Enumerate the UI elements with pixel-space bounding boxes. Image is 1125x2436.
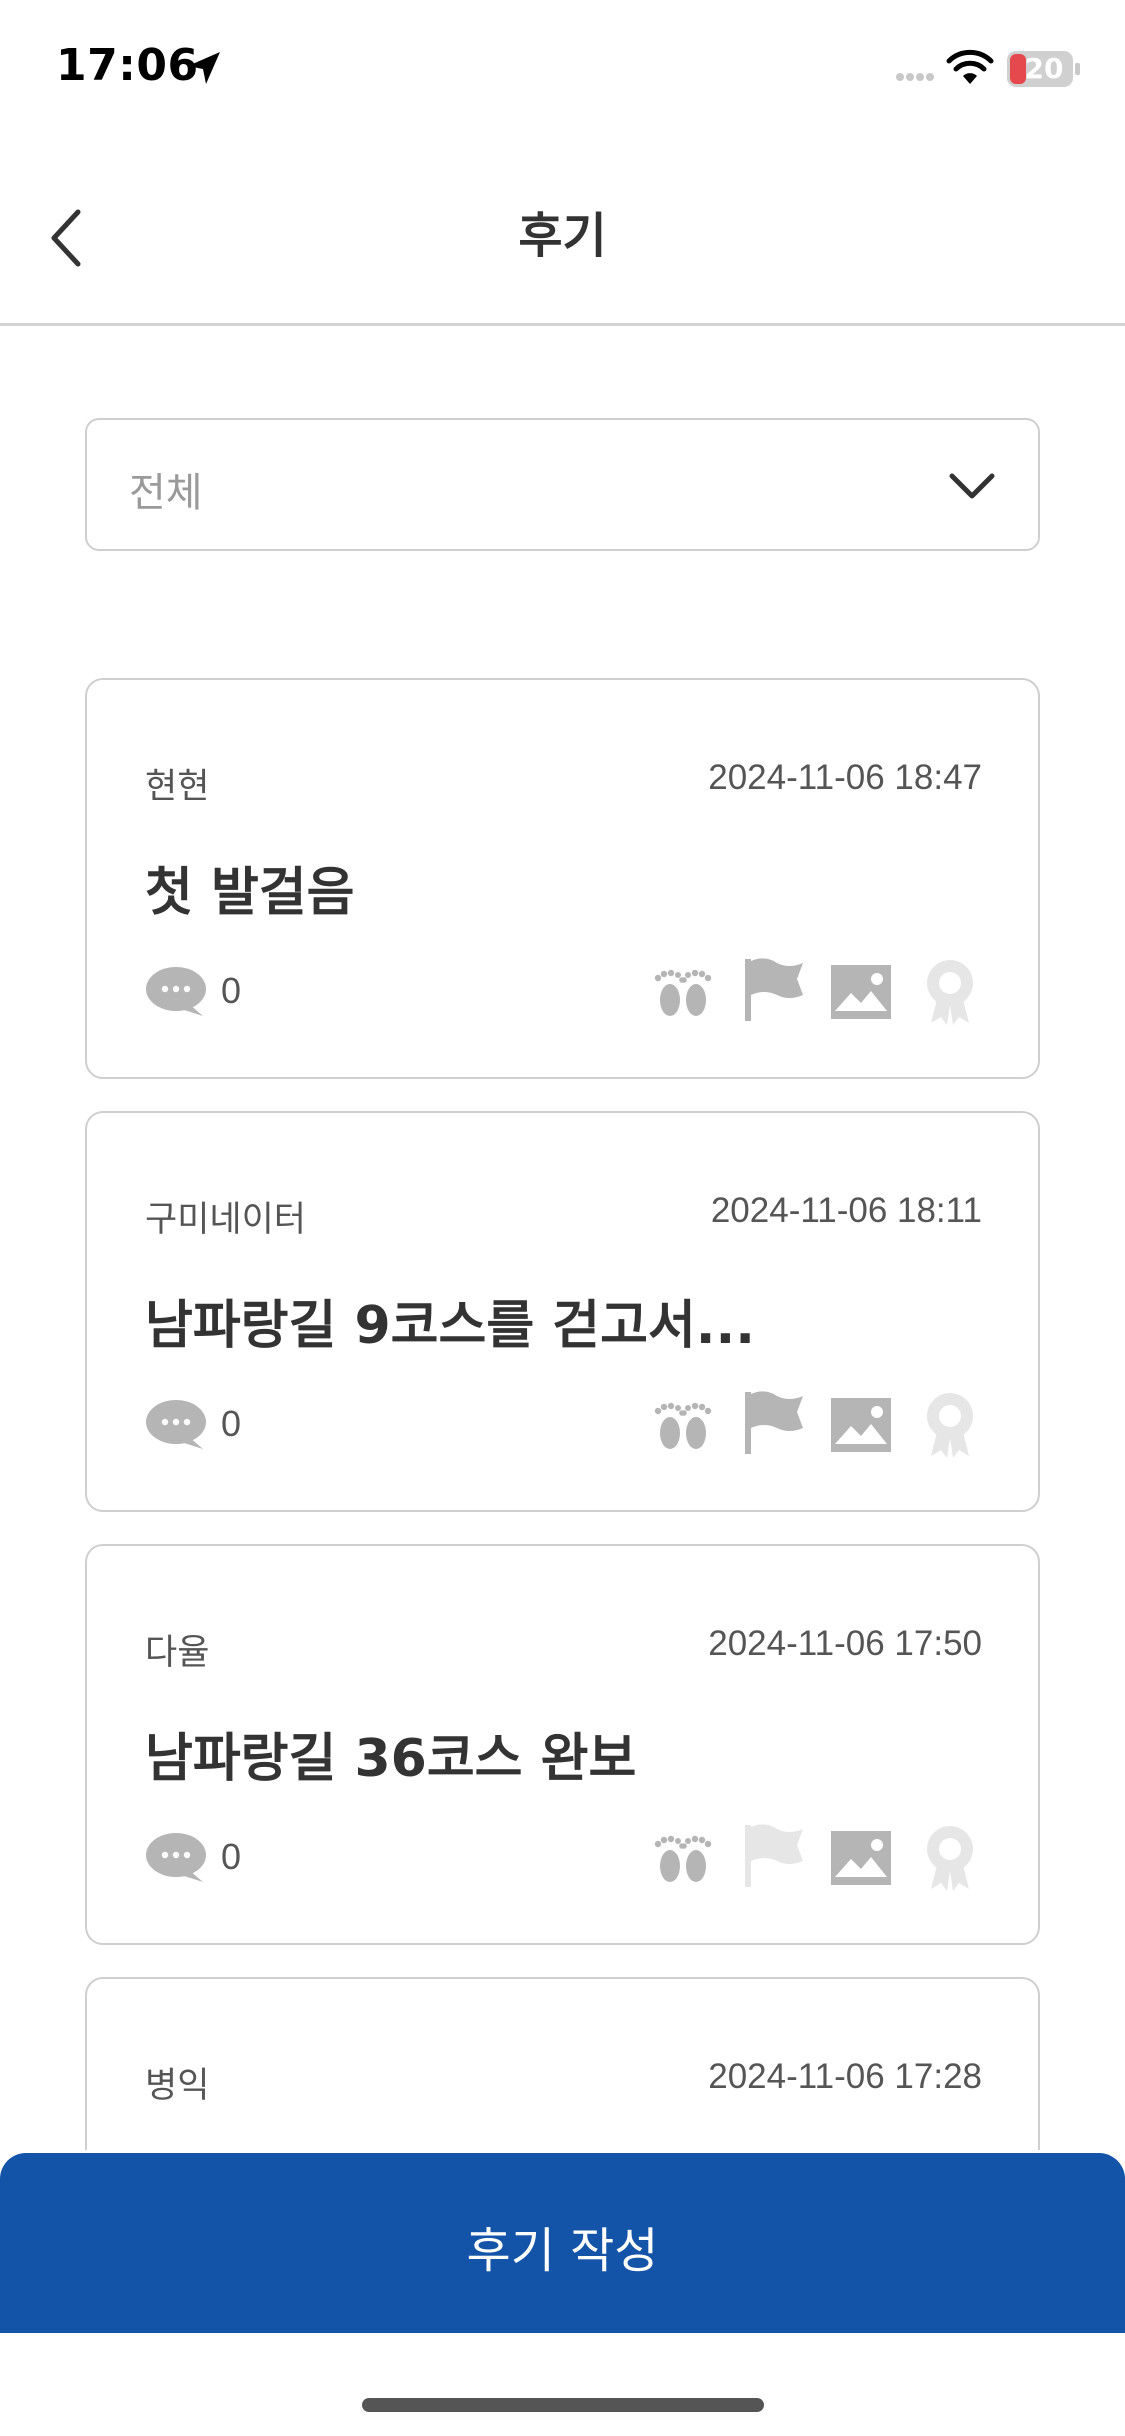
footprints-icon xyxy=(654,969,712,1016)
badge-icon xyxy=(927,1393,973,1458)
write-review-label: 후기 작성 xyxy=(466,2223,659,2279)
image-icon xyxy=(831,965,891,1019)
comment-icon xyxy=(146,1833,206,1882)
review-author: 현현 xyxy=(145,767,210,807)
review-date: 2024-11-06 18:47 xyxy=(708,758,982,797)
review-list: 현현 2024-11-06 18:47 첫 발걸음 0 구미네이터 2024-1… xyxy=(0,0,1125,2150)
review-title: 첫 발걸음 xyxy=(145,863,355,923)
flag-icon xyxy=(745,958,803,1021)
comment-count: 0 xyxy=(221,1403,242,1444)
review-card[interactable]: 다율 2024-11-06 17:50 남파랑길 36코스 완보 0 xyxy=(85,1544,1040,1945)
review-title: 남파랑길 9코스를 걷고서... xyxy=(145,1296,756,1356)
image-icon xyxy=(831,1398,891,1452)
review-card[interactable]: 현현 2024-11-06 18:47 첫 발걸음 0 xyxy=(85,678,1040,1079)
comment-icon xyxy=(146,967,206,1016)
review-card[interactable]: 병익 2024-11-06 17:28 xyxy=(85,1977,1040,2150)
footprints-icon xyxy=(654,1402,712,1449)
review-card[interactable]: 구미네이터 2024-11-06 18:11 남파랑길 9코스를 걷고서... … xyxy=(85,1111,1040,1512)
badge-icon xyxy=(927,1826,973,1891)
flag-icon xyxy=(745,1391,803,1454)
review-date: 2024-11-06 17:28 xyxy=(708,2057,982,2096)
home-indicator xyxy=(362,2398,764,2412)
comment-icon xyxy=(146,1400,206,1449)
review-author: 구미네이터 xyxy=(145,1200,307,1240)
review-author: 병익 xyxy=(145,2066,210,2106)
review-date: 2024-11-06 17:50 xyxy=(708,1624,982,1663)
review-title: 남파랑길 36코스 완보 xyxy=(145,1729,637,1789)
write-review-button[interactable]: 후기 작성 xyxy=(0,2153,1125,2333)
comment-count: 0 xyxy=(221,970,242,1011)
comment-count: 0 xyxy=(221,1836,242,1877)
flag-icon xyxy=(745,1824,803,1887)
badge-icon xyxy=(927,960,973,1025)
image-icon xyxy=(831,1831,891,1885)
review-date: 2024-11-06 18:11 xyxy=(710,1191,982,1230)
footprints-icon xyxy=(654,1835,712,1882)
review-author: 다율 xyxy=(145,1633,210,1673)
